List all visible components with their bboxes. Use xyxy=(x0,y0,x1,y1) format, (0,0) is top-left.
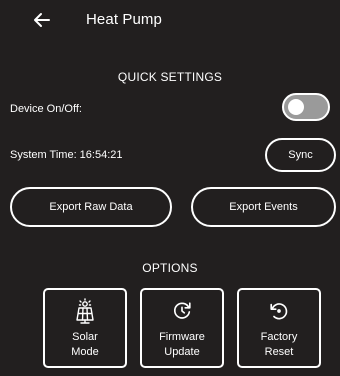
firmware-update-icon xyxy=(142,298,222,324)
factory-reset-icon xyxy=(239,298,319,324)
options-heading: OPTIONS xyxy=(142,261,198,275)
firmware-update-label: Firmware Update xyxy=(159,331,205,358)
export-events-button[interactable]: Export Events xyxy=(191,187,336,227)
factory-reset-tile[interactable]: Factory Reset xyxy=(237,288,321,368)
device-power-toggle[interactable] xyxy=(282,93,330,121)
page-title: Heat Pump xyxy=(86,11,162,28)
solar-mode-tile[interactable]: Solar Mode xyxy=(43,288,127,368)
quick-settings-heading: QUICK SETTINGS xyxy=(117,70,223,84)
toggle-knob xyxy=(288,99,304,115)
export-raw-data-button[interactable]: Export Raw Data xyxy=(10,187,172,227)
firmware-update-tile[interactable]: Firmware Update xyxy=(140,288,224,368)
solar-mode-label: Solar Mode xyxy=(71,331,99,358)
heat-pump-screen: Heat Pump QUICK SETTINGS Device On/Off: … xyxy=(0,0,340,376)
sync-button[interactable]: Sync xyxy=(265,138,336,172)
factory-reset-label: Factory Reset xyxy=(260,331,298,358)
back-arrow-icon xyxy=(34,13,50,27)
back-button[interactable] xyxy=(30,8,54,32)
device-on-off-label: Device On/Off: xyxy=(10,103,82,115)
system-time-label: System Time: 16:54:21 xyxy=(10,149,123,161)
header-bar: Heat Pump xyxy=(0,0,340,40)
solar-panel-icon xyxy=(45,298,125,324)
